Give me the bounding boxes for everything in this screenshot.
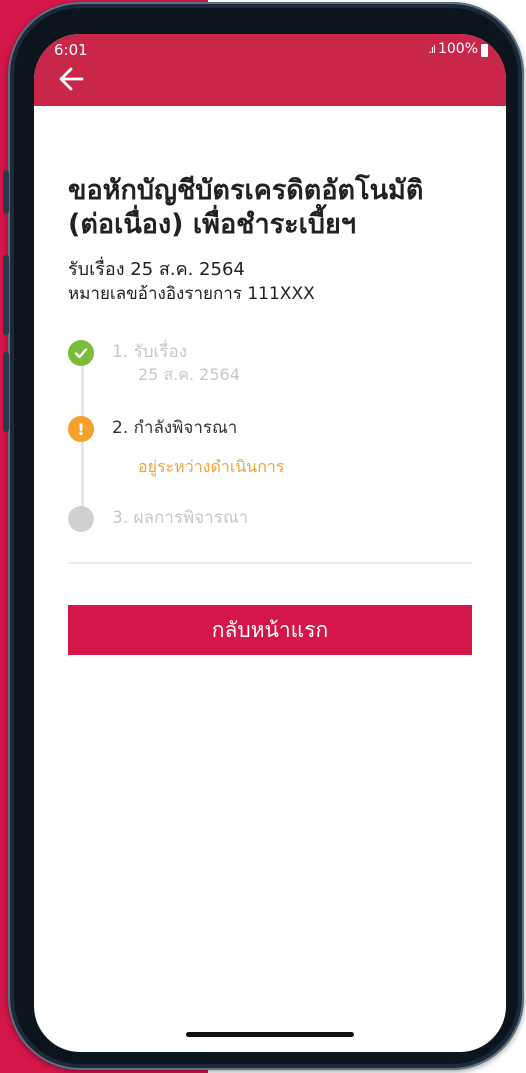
status-time: 6:01: [54, 41, 88, 59]
phone-screen: 6:01 .ıl 100% ขอหักบัญชีบัตรเครดิตอัตโนม…: [34, 34, 506, 1052]
signal-icon: .ıl: [428, 42, 436, 56]
home-indicator[interactable]: [186, 1032, 354, 1037]
arrow-left-icon: [59, 67, 84, 91]
step-label: 2. กำลังพิจารณา: [112, 418, 238, 438]
request-summary: ขอหักบัญชีบัตรเครดิตอัตโนมัติ (ต่อเนื่อง…: [68, 174, 474, 306]
progress-steps: 1. รับเรื่อง 25 ส.ค. 2564 ! 2. กำลังพิจา…: [68, 340, 474, 532]
back-to-home-button[interactable]: กลับหน้าแรก: [68, 605, 472, 655]
request-title: ขอหักบัญชีบัตรเครดิตอัตโนมัติ (ต่อเนื่อง…: [68, 175, 424, 240]
step-received: 1. รับเรื่อง 25 ส.ค. 2564: [68, 340, 240, 386]
pending-circle-icon: [68, 506, 94, 532]
step-result: 3. ผลการพิจารณา: [68, 506, 248, 532]
step-label: 3. ผลการพิจารณา: [112, 508, 249, 528]
step-label: 1. รับเรื่อง: [112, 342, 187, 362]
phone-side-button: [3, 170, 9, 214]
phone-volume-up-button: [3, 255, 9, 335]
divider: [68, 562, 472, 564]
step-date: 25 ส.ค. 2564: [138, 365, 240, 384]
check-circle-icon: [68, 340, 94, 366]
battery-percent: 100%: [437, 41, 478, 57]
step-status: อยู่ระหว่างดำเนินการ: [138, 457, 285, 476]
phone-volume-down-button: [3, 352, 9, 432]
battery-icon: [481, 43, 488, 57]
app-header: 6:01 .ıl 100%: [34, 34, 506, 106]
status-indicators: .ıl 100%: [428, 41, 488, 57]
received-date: รับเรื่อง 25 ส.ค. 2564: [68, 259, 245, 280]
reference-number: หมายเลขอ้างอิงรายการ 111XXX: [68, 284, 315, 304]
step-reviewing: ! 2. กำลังพิจารณา อยู่ระหว่างดำเนินการ: [68, 416, 284, 478]
back-button[interactable]: [58, 66, 88, 96]
exclamation-circle-icon: !: [68, 416, 94, 442]
